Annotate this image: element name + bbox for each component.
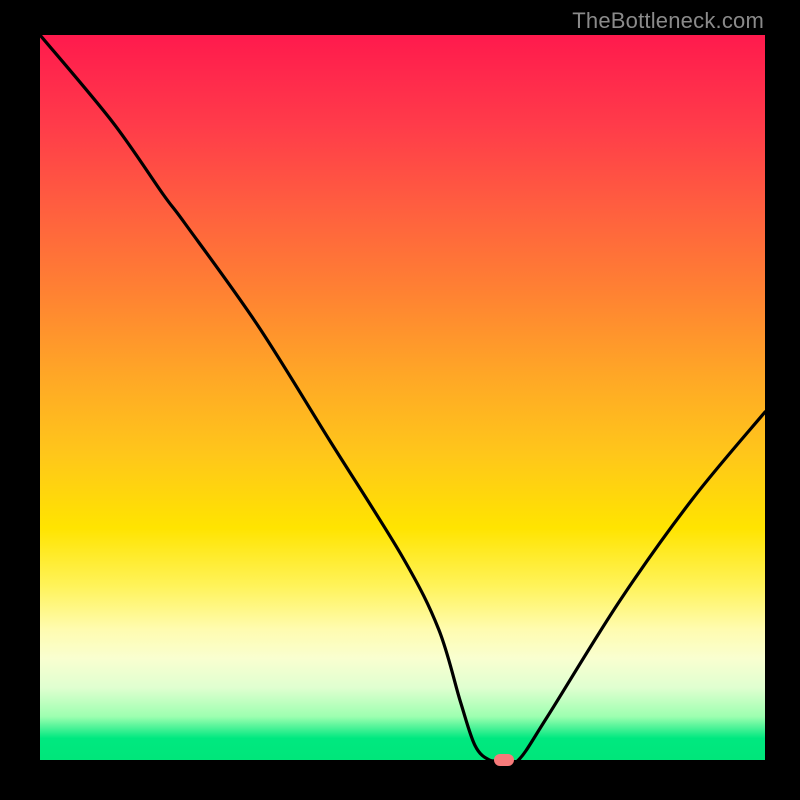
plot-area (40, 35, 765, 760)
watermark-text: TheBottleneck.com (572, 8, 764, 34)
chart-container: TheBottleneck.com (0, 0, 800, 800)
optimal-marker (494, 754, 514, 766)
bottleneck-curve (40, 35, 765, 760)
